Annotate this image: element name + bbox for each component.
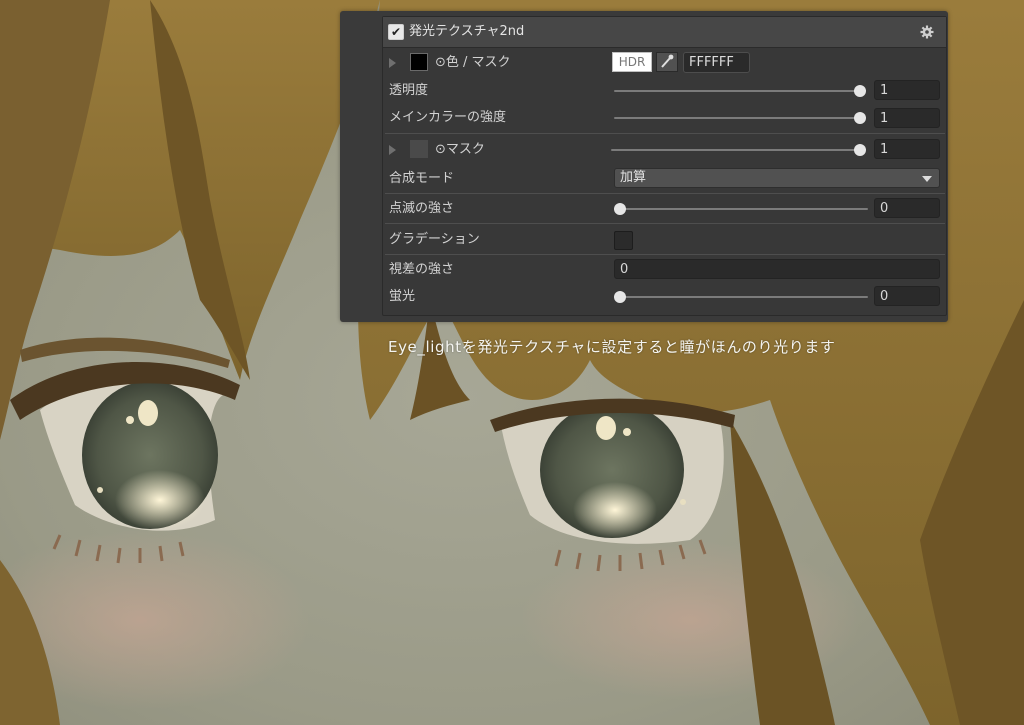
section-header[interactable]: ✔ 発光テクスチャ2nd (383, 17, 946, 48)
hdr-color-swatch[interactable]: HDR (612, 52, 652, 72)
blink-strength-slider-handle[interactable] (614, 203, 626, 215)
blink-strength-slider-track[interactable] (614, 208, 868, 210)
transparency-slider-track[interactable] (614, 90, 860, 92)
main-color-strength-slider-handle[interactable] (854, 112, 866, 124)
mask-texture-slot[interactable] (410, 140, 428, 158)
gradation-checkbox[interactable] (614, 231, 633, 250)
gear-icon[interactable] (920, 25, 934, 39)
mask-field[interactable]: 1 (874, 139, 940, 159)
caption-text: Eye_lightを発光テクスチャに設定すると瞳がほんのり光ります (388, 338, 836, 356)
mask-slider-track[interactable] (611, 149, 860, 151)
blend-mode-label: 合成モード (389, 171, 455, 186)
blink-strength-label: 点滅の強さ (389, 201, 455, 216)
divider (385, 254, 945, 255)
color-mask-label: ⊙色 / マスク (435, 55, 511, 70)
fluorescence-slider-handle[interactable] (614, 291, 626, 303)
divider (385, 193, 945, 194)
blink-strength-field[interactable]: 0 (874, 198, 940, 218)
eyedropper-button[interactable] (656, 52, 678, 72)
checkbox-icon[interactable]: ✔ (388, 24, 404, 40)
blend-mode-dropdown[interactable]: 加算 (614, 168, 940, 188)
mask-slider-handle[interactable] (854, 144, 866, 156)
triangle-right-icon[interactable] (389, 145, 396, 155)
section-title: 発光テクスチャ2nd (409, 24, 525, 39)
main-color-strength-label: メインカラーの強度 (389, 110, 507, 125)
color-texture-slot[interactable] (410, 53, 428, 71)
triangle-right-icon[interactable] (389, 58, 396, 68)
gradation-label: グラデーション (389, 232, 480, 247)
transparency-field[interactable]: 1 (874, 80, 940, 100)
fluorescence-label: 蛍光 (389, 289, 416, 304)
parallax-strength-field[interactable]: 0 (614, 259, 940, 279)
blend-mode-value: 加算 (620, 170, 647, 185)
eyedropper-icon (661, 54, 674, 68)
chevron-down-icon (922, 176, 932, 182)
main-color-strength-slider-track[interactable] (614, 117, 860, 119)
divider (385, 223, 945, 224)
parallax-strength-label: 視差の強さ (389, 262, 455, 277)
fluorescence-field[interactable]: 0 (874, 286, 940, 306)
hex-color-field[interactable]: FFFFFF (683, 52, 750, 73)
transparency-label: 透明度 (389, 83, 429, 98)
mask-label: ⊙マスク (435, 142, 485, 157)
main-color-strength-field[interactable]: 1 (874, 108, 940, 128)
emission-texture-2nd-panel: ✔ 発光テクスチャ2nd ⊙色 / マスク HDR FFFFFF 透明度 1 メ… (382, 16, 947, 316)
fluorescence-slider-track[interactable] (614, 296, 868, 298)
transparency-slider-handle[interactable] (854, 85, 866, 97)
divider (385, 133, 945, 134)
